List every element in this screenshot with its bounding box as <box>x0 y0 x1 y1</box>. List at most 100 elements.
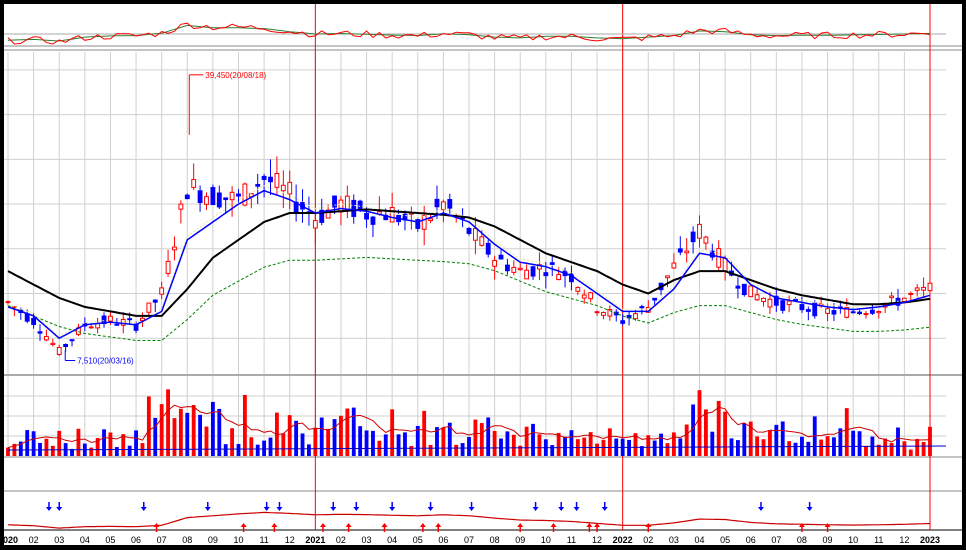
candle-body <box>671 262 677 269</box>
candle-body <box>633 313 638 320</box>
candle-body <box>825 308 830 314</box>
buy-arrow-head <box>419 523 426 527</box>
volume-bar <box>556 432 561 456</box>
candle-body <box>748 285 754 298</box>
volume-bar <box>774 424 779 456</box>
sell-arrow-head <box>56 507 63 511</box>
volume-bar <box>742 423 747 456</box>
candle-body <box>869 309 875 314</box>
candle-body <box>684 250 690 254</box>
volume-bar <box>915 438 920 456</box>
x-tick-label: 09 <box>823 535 833 545</box>
candle-body <box>428 218 434 222</box>
volume-bar <box>864 446 868 456</box>
volume-bar <box>76 428 81 456</box>
volume-bar <box>332 419 337 456</box>
sell-arrow-head <box>806 507 813 511</box>
candle-body <box>165 260 171 274</box>
x-tick-label: 05 <box>105 535 115 545</box>
volume-bar <box>499 438 503 456</box>
candle-body <box>805 309 811 312</box>
candle-body <box>56 347 62 355</box>
x-tick-label: 07 <box>157 535 167 545</box>
volume-bar <box>697 390 702 456</box>
volume-bar <box>524 426 529 456</box>
candle-body <box>639 306 645 309</box>
volume-bar <box>230 428 235 456</box>
volume-bar <box>473 419 478 456</box>
volume-bar <box>902 441 907 456</box>
volume-bar <box>659 433 664 456</box>
volume-bar <box>755 436 760 456</box>
candle-body <box>588 292 594 300</box>
volume-bar <box>403 432 407 456</box>
stock-chart[interactable]: 39,450(20/08/18) 7,510(20/03/16) 2020 02 03 0… <box>0 4 962 545</box>
low-annotation: 7,510(20/03/16) <box>77 356 134 365</box>
candle-body <box>236 193 241 197</box>
buy-arrow-head <box>550 523 557 527</box>
x-tick-label: 10 <box>541 535 551 545</box>
candle-body <box>364 212 369 220</box>
x-tick-label: 02 <box>29 535 39 545</box>
candle-body <box>549 262 555 265</box>
candle-body <box>440 201 446 211</box>
candle-body <box>216 192 222 208</box>
candle-body <box>485 242 491 255</box>
x-tick-label: 02 <box>336 535 346 545</box>
x-tick-label: 12 <box>899 535 909 545</box>
x-tick-label: 04 <box>387 535 397 545</box>
x-tick-label: 04 <box>694 535 704 545</box>
sell-arrow-head <box>45 507 52 511</box>
x-tick-label: 10 <box>233 535 243 545</box>
candle-body <box>357 200 363 210</box>
candle-body <box>799 304 805 311</box>
candle-body <box>517 267 523 271</box>
candle-body <box>786 300 792 306</box>
sell-arrow-head <box>330 507 337 511</box>
volume-bar <box>569 430 574 456</box>
candle-body <box>780 300 786 311</box>
candle-body <box>857 311 862 315</box>
volume-bar <box>454 444 459 456</box>
candle-body <box>69 339 75 342</box>
volume-bar <box>409 445 414 456</box>
x-tick-label: 06 <box>746 535 756 545</box>
candle-body <box>114 323 120 326</box>
candle-body <box>530 266 536 277</box>
candle-body <box>120 318 126 326</box>
volume-bar <box>761 439 766 456</box>
volume-bar <box>511 434 516 456</box>
x-tick-label: 09 <box>515 535 525 545</box>
volume-bar <box>768 430 772 456</box>
volume-bar <box>57 430 62 456</box>
volume-bar <box>492 430 497 456</box>
x-tick-label: 11 <box>874 535 883 545</box>
candle-body <box>754 294 760 301</box>
candle-body <box>504 264 510 272</box>
volume-bar <box>883 438 888 456</box>
volume-bar <box>396 434 401 456</box>
candle-body <box>152 299 158 303</box>
volume-bar <box>223 444 228 456</box>
candle-body <box>927 282 933 292</box>
volume-bar <box>89 447 94 456</box>
candle-body <box>63 343 69 348</box>
candle-body <box>43 336 49 341</box>
volume-bar <box>31 431 36 456</box>
candle-body <box>434 198 440 208</box>
volume-bar <box>108 432 113 456</box>
volume-bar <box>415 425 420 456</box>
candle-body <box>601 312 606 316</box>
volume-bar <box>313 427 318 456</box>
x-tick-label: 08 <box>490 535 500 545</box>
candle-body <box>703 236 709 244</box>
buy-arrow-head <box>586 523 593 527</box>
x-tick-label: 08 <box>797 535 807 545</box>
x-tick-label: 2023 <box>920 535 940 545</box>
buy-arrow-head <box>435 523 442 527</box>
volume-bar <box>134 430 138 456</box>
x-tick-label: 03 <box>54 535 64 545</box>
sell-arrow-head <box>204 507 211 511</box>
candle-body <box>594 311 600 314</box>
candle-body <box>690 231 696 243</box>
